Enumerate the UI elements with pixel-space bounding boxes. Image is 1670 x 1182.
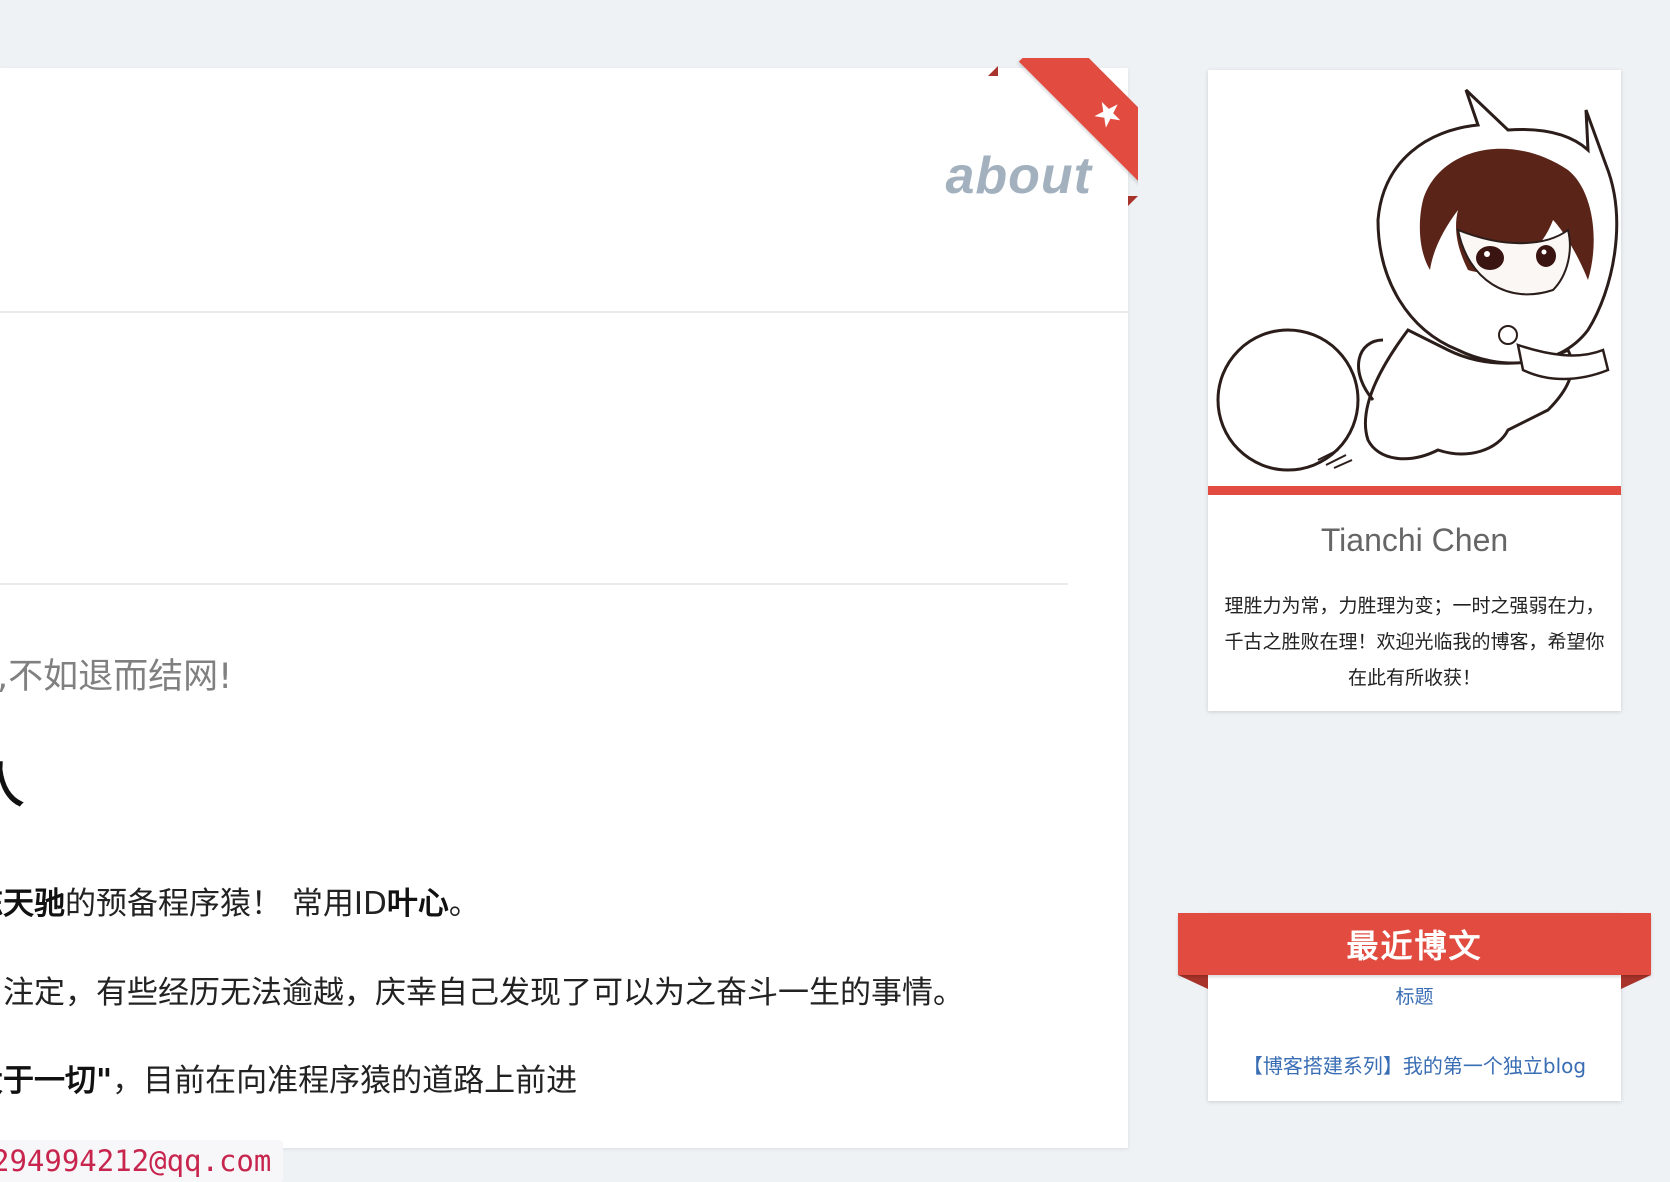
star-icon: ★ [1083, 89, 1133, 139]
banner-fold [1178, 975, 1208, 989]
motto-text: ，目前在向准程序猿的道路上前进 [112, 1063, 578, 1099]
motto-paragraph: 大于一切"，目前在向准程序猿的道路上前进 [0, 1055, 577, 1100]
profile-name: Tianchi Chen [1320, 522, 1509, 558]
article-card: about ★ 介 鱼,不如退而结网! 人 陈天驰的预备程序猿！ 常用ID叶心。… [0, 58, 1138, 1182]
banner-fold [1621, 975, 1651, 989]
intro-paragraph: 陈天驰的预备程序猿！ 常用ID叶心。 [0, 878, 480, 923]
recent-posts-subtitle: 标题 [1395, 986, 1434, 1008]
avatar [1208, 70, 1621, 486]
email-code: 294994212@qq.com [0, 1140, 284, 1182]
heading-divider [0, 583, 1068, 585]
author-id: 叶心 [386, 886, 449, 922]
article-header: about [0, 68, 1128, 313]
profile-card: Tianchi Chen 理胜力为常，力胜理为变；一时之强弱在力，千古之胜败在理… [1208, 70, 1621, 711]
motto-bold: 大于一切" [0, 1063, 113, 1099]
intro-text: 的预备程序猿！ 常用ID [65, 886, 387, 922]
recent-post-link[interactable]: 【博客搭建系列】我的第一个独立blog [1208, 1050, 1621, 1079]
avatar-accent-bar [1208, 486, 1621, 495]
motto-quote: 鱼,不如退而结网! [0, 657, 233, 697]
profile-description: 理胜力为常，力胜理为变；一时之强弱在力，千古之胜败在理！欢迎光临我的博客，希望你… [1224, 595, 1605, 689]
recent-posts-banner: 最近博文 [1178, 913, 1651, 975]
corner-ribbon: ★ [998, 58, 1138, 198]
destiny-paragraph: 中注定，有些经历无法逾越，庆幸自己发现了可以为之奋斗一生的事情。 [0, 975, 964, 1011]
cat-hood-avatar-icon [1216, 88, 1619, 472]
ribbon-fold [988, 66, 998, 76]
intro-text-end: 。 [448, 886, 480, 922]
author-name: 陈天驰 [0, 886, 65, 922]
ribbon-band: ★ [1018, 58, 1138, 198]
recent-posts-title: 最近博文 [1346, 927, 1483, 965]
section-heading-about: 人 [0, 758, 25, 814]
